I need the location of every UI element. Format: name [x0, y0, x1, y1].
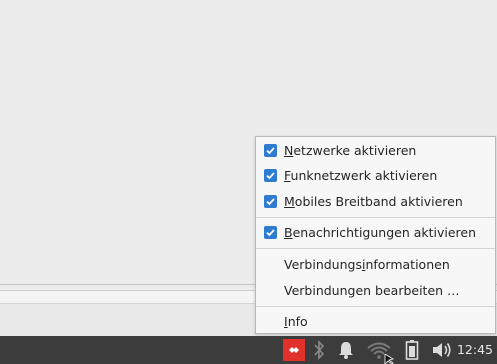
menu-separator: [256, 217, 495, 218]
menu-item-edit-connections[interactable]: Verbindungen bearbeiten …: [256, 277, 495, 303]
menu-item-label: Netzwerke aktivieren: [284, 142, 417, 158]
menu-item-enable-notifications[interactable]: Benachrichtigungen aktivieren: [256, 219, 495, 245]
menu-item-label: Verbindungen bearbeiten …: [284, 282, 460, 298]
menu-item-enable-wifi[interactable]: Funknetzwerk aktivieren: [256, 162, 495, 188]
notification-bell-icon[interactable]: [336, 339, 356, 361]
menu-item-label: Info: [284, 313, 308, 329]
volume-icon[interactable]: [430, 339, 454, 361]
checkbox-checked-icon[interactable]: [264, 194, 277, 208]
bluetooth-icon[interactable]: [310, 339, 328, 361]
network-context-menu: Netzwerke aktivieren Funknetzwerk aktivi…: [255, 136, 496, 334]
menu-item-about[interactable]: Info: [256, 308, 495, 334]
menu-item-enable-mobile-broadband[interactable]: Mobiles Breitband aktivieren: [256, 188, 495, 214]
menu-item-label: Mobiles Breitband aktivieren: [284, 193, 463, 209]
clock[interactable]: 12:45: [457, 336, 493, 364]
top-panel-tray: 12:45: [0, 336, 497, 364]
menu-separator: [256, 306, 495, 307]
battery-icon[interactable]: [402, 339, 422, 361]
menu-item-enable-networking[interactable]: Netzwerke aktivieren: [256, 137, 495, 163]
checkbox-checked-icon[interactable]: [264, 168, 277, 182]
menu-item-label: Funknetzwerk aktivieren: [284, 167, 438, 183]
menu-item-label: Benachrichtigungen aktivieren: [284, 224, 477, 240]
mouse-cursor-icon: [384, 354, 395, 364]
menu-item-label: Verbindungsinformationen: [284, 256, 450, 272]
menu-item-connection-information[interactable]: Verbindungsinformationen: [256, 251, 495, 277]
anydesk-icon[interactable]: [283, 339, 305, 361]
checkbox-checked-icon[interactable]: [264, 143, 277, 157]
checkbox-checked-icon[interactable]: [264, 225, 277, 239]
menu-separator: [256, 248, 495, 249]
